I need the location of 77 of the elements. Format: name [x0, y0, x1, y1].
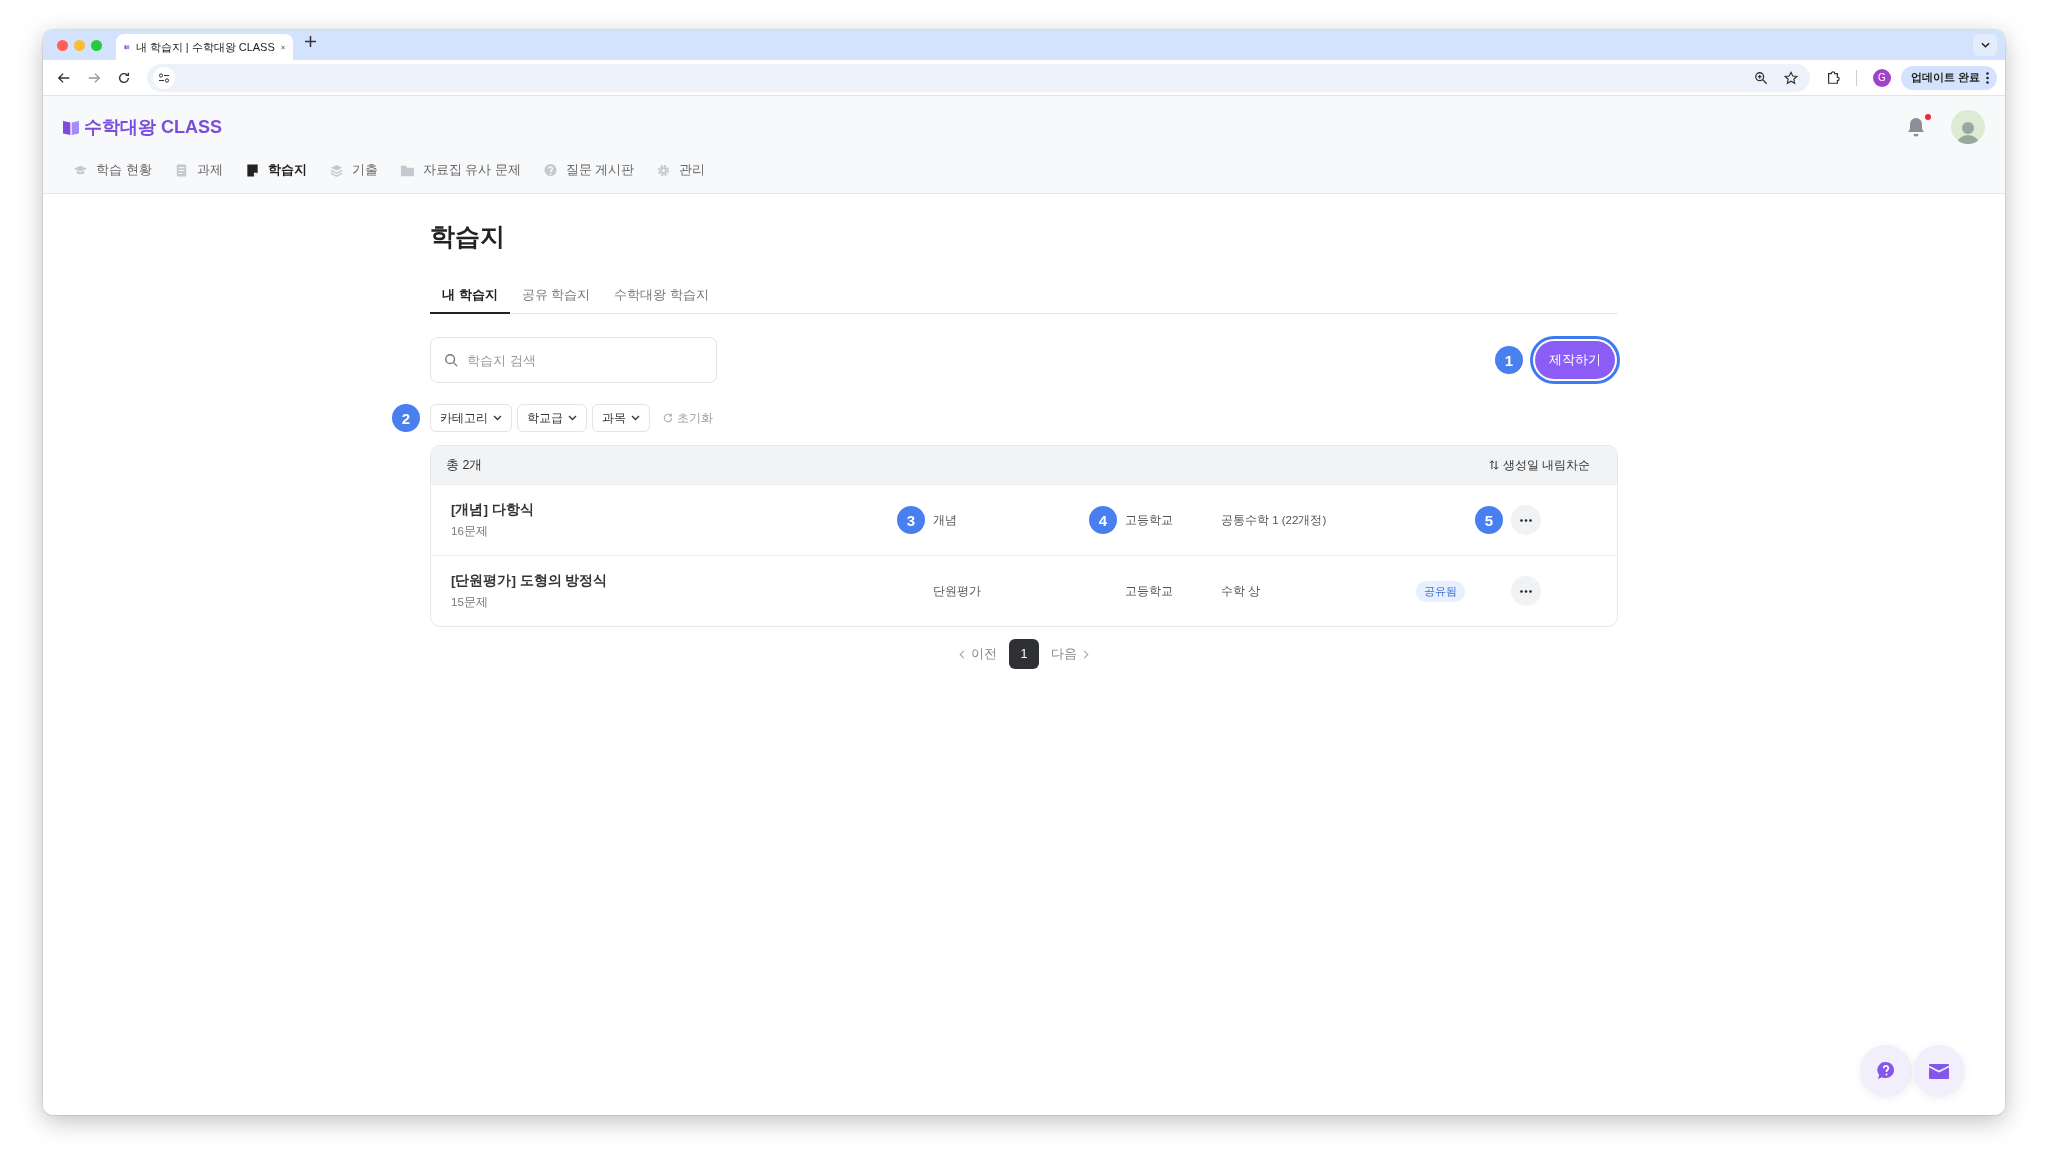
- shared-tag: 공유됨: [1416, 580, 1465, 602]
- app-logo[interactable]: 수학대왕 CLASS: [63, 115, 222, 139]
- zoom-icon[interactable]: [1753, 70, 1768, 85]
- worksheet-title: [단원평가] 도형의 방정식: [451, 572, 609, 590]
- nav-item[interactable]: 질문 게시판: [542, 161, 635, 179]
- update-button[interactable]: 업데이트 완료: [1900, 65, 1997, 90]
- profile-avatar[interactable]: G: [1872, 68, 1891, 87]
- message-button[interactable]: [1913, 1045, 1965, 1097]
- previous-page-link[interactable]: 이전: [959, 645, 997, 663]
- tab-list-button[interactable]: [1973, 34, 1997, 56]
- refresh-icon: [663, 413, 673, 423]
- tab[interactable]: 내 학습지: [430, 278, 510, 314]
- question-bubble-icon: [542, 162, 558, 178]
- forward-icon: [87, 70, 101, 85]
- step-marker: 1: [1495, 346, 1523, 374]
- question-bubble-icon: [1875, 1060, 1897, 1082]
- worksheet-icon: [244, 162, 260, 178]
- user-avatar[interactable]: [1951, 110, 1985, 144]
- tab[interactable]: 수학대왕 학습지: [602, 278, 721, 314]
- nav-item[interactable]: 기출: [328, 161, 378, 179]
- envelope-icon: [1928, 1062, 1950, 1080]
- layers-icon: [328, 162, 344, 178]
- page-title: 학습지: [430, 221, 506, 252]
- subject-text: 수학 상: [1221, 583, 1261, 599]
- worksheet-row[interactable]: [단원평가] 도형의 방정식 15문제 단원평가 고등학교 수학 상 공유됨: [431, 555, 1617, 626]
- search-field[interactable]: 학습지 검색: [430, 337, 717, 383]
- bell-icon[interactable]: [1905, 116, 1927, 138]
- chevron-down-icon: [568, 415, 577, 421]
- question-count: 15문제: [451, 595, 489, 610]
- sort-icon: [1488, 460, 1499, 470]
- next-page-link[interactable]: 다음: [1051, 645, 1089, 663]
- nav-item[interactable]: 과제: [173, 161, 223, 179]
- reload-icon: [117, 70, 131, 85]
- nav-item[interactable]: 학습 현황: [73, 161, 152, 179]
- more-vertical-icon: [1986, 71, 1989, 84]
- filter-dropdown[interactable]: 카테고리: [430, 404, 512, 432]
- chevron-down-icon: [1980, 42, 1990, 48]
- help-button[interactable]: [1860, 1045, 1912, 1097]
- nav-item[interactable]: 자료집 유사 문제: [399, 161, 521, 179]
- page-number[interactable]: 1: [1009, 639, 1039, 669]
- gear-icon: [656, 162, 672, 178]
- more-horizontal-icon: [1520, 589, 1532, 593]
- filter-dropdown[interactable]: 과목: [592, 404, 650, 432]
- nav-item[interactable]: 학습지: [244, 161, 307, 179]
- step-marker: 2: [392, 404, 420, 432]
- chevron-down-icon: [493, 415, 502, 421]
- search-icon: [444, 353, 458, 367]
- step-marker: 5: [1475, 506, 1503, 534]
- extensions-icon: [1825, 70, 1840, 85]
- worksheet-title: [개념] 다항식: [451, 501, 535, 519]
- subject-text: 공통수학 1 (22개정): [1221, 512, 1327, 528]
- chevron-right-icon: [1083, 649, 1089, 659]
- chevron-down-icon: [631, 415, 640, 421]
- worksheet-row[interactable]: [개념] 다항식 16문제 3 개념 4 고등학교 공통수학 1 (22개정) 5: [431, 484, 1617, 555]
- sort-button[interactable]: 생성일 내림차순: [1488, 457, 1590, 473]
- question-count: 16문제: [451, 524, 489, 539]
- chevron-left-icon: [959, 649, 965, 659]
- tune-icon: [158, 71, 170, 84]
- back-icon: [57, 70, 71, 85]
- close-window-button[interactable]: [57, 39, 68, 51]
- category-text: 단원평가: [933, 584, 981, 597]
- tab[interactable]: 공유 학습지: [509, 278, 603, 314]
- school-level-text: 고등학교: [1125, 584, 1173, 597]
- nav-item[interactable]: 관리: [656, 161, 706, 179]
- more-horizontal-icon: [1520, 518, 1532, 522]
- step-marker: 4: [1089, 506, 1117, 534]
- site-info-button[interactable]: [153, 66, 175, 89]
- category-text: 개념: [933, 513, 957, 526]
- book-icon: [63, 119, 79, 135]
- new-tab-icon[interactable]: [305, 35, 316, 47]
- star-icon[interactable]: [1783, 70, 1798, 85]
- total-count: 총 2개: [446, 456, 483, 474]
- step-marker: 3: [897, 506, 925, 534]
- filter-dropdown[interactable]: 학교급: [517, 404, 587, 432]
- tab-title: 내 학습지 | 수학대왕 CLASS: [135, 39, 275, 55]
- browser-tab[interactable]: 내 학습지 | 수학대왕 CLASS: [116, 34, 293, 60]
- school-level-text: 고등학교: [1125, 513, 1173, 526]
